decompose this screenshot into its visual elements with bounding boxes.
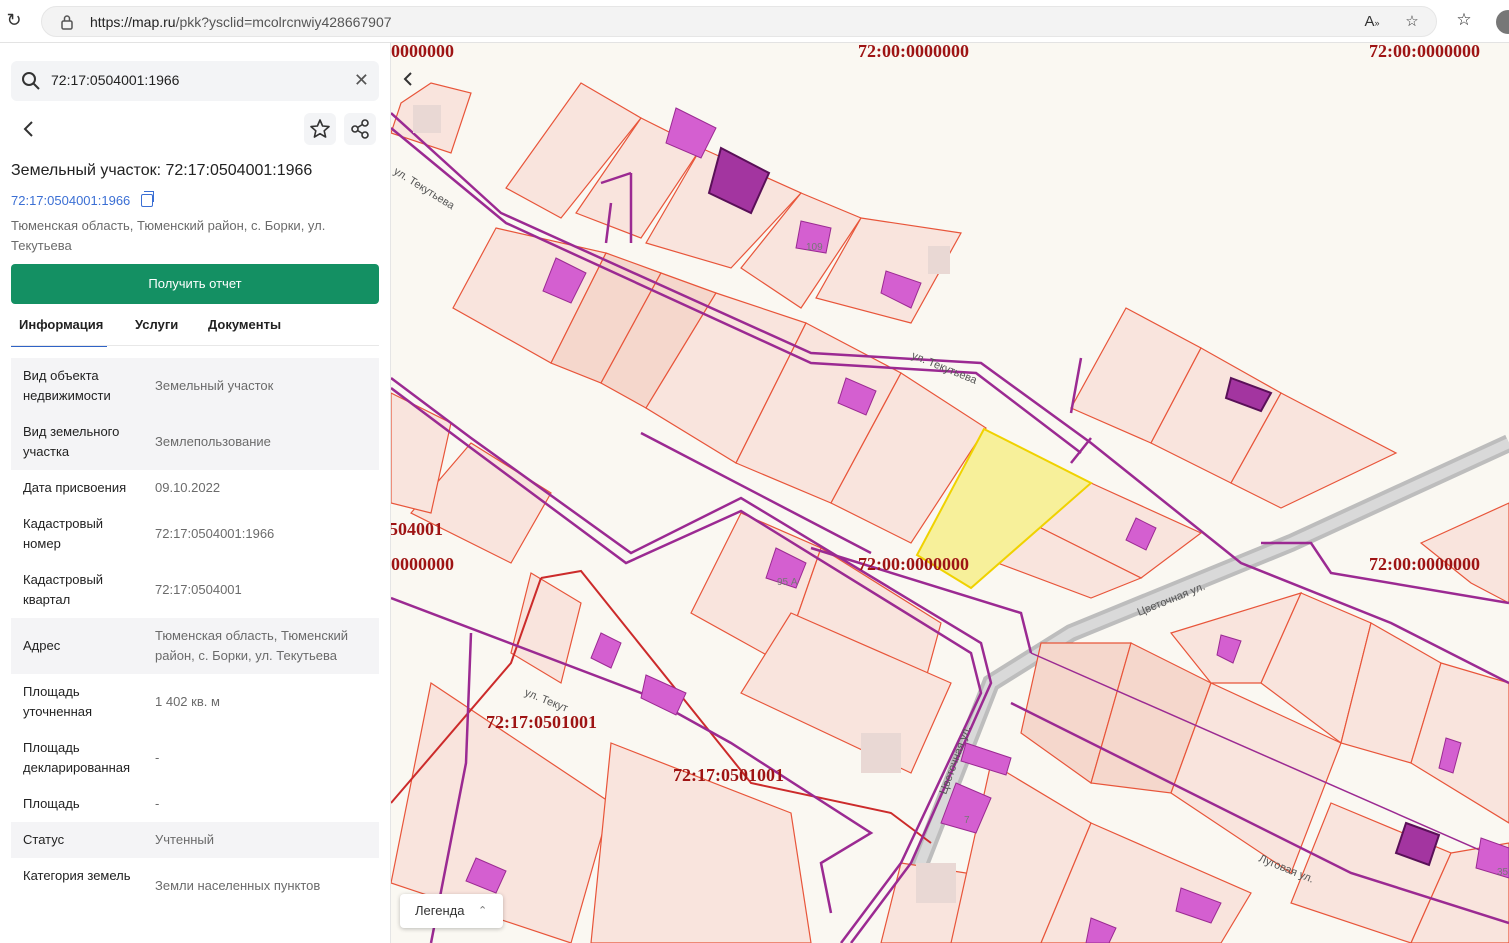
chevron-up-icon: ⌃ (478, 905, 488, 917)
table-row: Адрес Тюменская область, Тюменский район… (11, 618, 379, 674)
building (960, 742, 1012, 776)
cadastral-map[interactable]: :0000000 72:00:0000000 72:00:0000000 504… (391, 43, 1509, 943)
house-number: 95 А (777, 577, 798, 588)
info-sidebar: 72:17:0504001:1966 ✕ Земельный участок: … (0, 43, 391, 943)
row-key: Площадь декларированная (23, 740, 131, 775)
parcel-address: Тюменская область, Тюменский район, с. Б… (11, 218, 326, 253)
search-input[interactable]: 72:17:0504001:1966 (51, 72, 179, 88)
back-button[interactable] (13, 113, 45, 145)
map-back-button[interactable] (396, 67, 420, 91)
row-value: 09.10.2022 (155, 480, 221, 495)
row-value: Тюменская область, Тюменский район, с. Б… (155, 628, 349, 663)
get-report-button[interactable]: Получить отчет (11, 264, 379, 304)
quarter-label: 72:00:0000000 (1369, 43, 1480, 61)
address-bar[interactable]: https://map.ru/pkk?ysclid=mcolrcnwiy4286… (41, 6, 1437, 37)
quarter-label: :0000000 (391, 43, 454, 61)
row-key: Площадь (23, 796, 80, 811)
table-row: Дата присвоения 09.10.2022 (11, 470, 379, 506)
tab-documents[interactable]: Документы (208, 317, 281, 347)
row-value: 72:17:0504001:1966 (155, 526, 275, 541)
page-title: Земельный участок: 72:17:0504001:1966 (11, 162, 313, 179)
share-button[interactable] (344, 113, 376, 145)
building (861, 733, 901, 773)
share-icon (351, 119, 369, 139)
row-key: Кадастровый номер (23, 516, 104, 551)
quarter-label: 72:17:0501001 (486, 712, 597, 732)
table-row: Площадь - (11, 786, 379, 822)
street-label: ул. Текутьева (910, 350, 979, 387)
chevron-left-icon (403, 72, 412, 86)
row-value: Земельный участок (155, 378, 274, 393)
row-value: - (155, 750, 160, 765)
map-canvas[interactable]: :0000000 72:00:0000000 72:00:0000000 504… (391, 43, 1509, 943)
chevron-left-icon (23, 121, 33, 137)
table-row: Площадь декларированная - (11, 730, 379, 786)
favorites-icon[interactable]: ☆ (1452, 10, 1476, 32)
table-row: Вид объекта недвижимости Земельный участ… (11, 358, 379, 414)
search-box[interactable]: 72:17:0504001:1966 ✕ (11, 61, 379, 101)
building (916, 863, 956, 903)
copy-icon[interactable] (141, 191, 154, 207)
row-key: Вид земельного участка (23, 424, 120, 459)
building (590, 632, 622, 669)
table-row: Площадь уточненная 1 402 кв. м (11, 674, 379, 730)
avatar[interactable] (1496, 10, 1509, 34)
street-label: ул. Текут (523, 687, 570, 715)
star-icon (310, 119, 330, 138)
tab-services[interactable]: Услуги (135, 317, 178, 347)
favorite-star-icon[interactable]: ☆ (1402, 12, 1422, 32)
house-number: 35 (1497, 867, 1509, 878)
house-number: 7 (964, 815, 970, 826)
table-row: Категория земель Земли населенных пункто… (11, 858, 379, 914)
lock-icon (61, 15, 73, 30)
reload-icon[interactable]: ↻ (4, 10, 24, 30)
row-key: Вид объекта недвижимости (23, 368, 111, 403)
row-value: 72:17:0504001 (155, 582, 242, 597)
quarter-label: 72:00:0000000 (858, 554, 969, 574)
row-value: 1 402 кв. м (155, 694, 220, 709)
row-key: Категория земель (23, 868, 131, 883)
street-label: ул. Текутьева (391, 165, 457, 212)
read-aloud-icon[interactable]: A» (1362, 12, 1382, 32)
close-icon[interactable]: ✕ (354, 70, 369, 90)
search-icon (22, 72, 40, 90)
row-key: Кадастровый квартал (23, 572, 104, 607)
house-number: 109 (806, 242, 823, 253)
row-value: Землепользование (155, 434, 271, 449)
info-table: Вид объекта недвижимости Земельный участ… (11, 358, 379, 914)
table-row: Кадастровый квартал 72:17:0504001 (11, 562, 379, 618)
legend-button[interactable]: Легенда ⌃ (400, 894, 503, 928)
building (640, 674, 687, 716)
favorite-button[interactable] (304, 113, 336, 145)
cadastral-link[interactable]: 72:17:0504001:1966 (11, 193, 130, 208)
row-key: Площадь уточненная (23, 684, 93, 719)
table-row: Кадастровый номер 72:17:0504001:1966 (11, 506, 379, 562)
row-value: Земли населенных пунктов (155, 878, 321, 893)
url-text: https://map.ru/pkk?ysclid=mcolrcnwiy4286… (90, 14, 392, 30)
table-row: Статус Учтенный (11, 822, 379, 858)
quarter-label: :0000000 (391, 554, 454, 574)
table-row: Вид земельного участка Землепользование (11, 414, 379, 470)
row-value: - (155, 796, 160, 811)
tabs-divider (11, 345, 379, 346)
quarter-label: 504001 (391, 519, 443, 539)
building (413, 105, 441, 133)
url-host: https://map.ru (90, 14, 176, 30)
parcel[interactable] (1419, 502, 1509, 604)
legend-label: Легенда (415, 903, 465, 918)
url-path: /pkk?ysclid=mcolrcnwiy428667907 (175, 14, 392, 30)
quarter-label: 72:00:0000000 (1369, 554, 1480, 574)
row-value: Учтенный (155, 832, 215, 847)
quarter-label: 72:17:0501001 (673, 765, 784, 785)
row-key: Дата присвоения (23, 480, 127, 495)
building (928, 246, 950, 274)
row-key: Статус (23, 832, 65, 847)
quarter-label: 72:00:0000000 (858, 43, 969, 61)
row-key: Адрес (23, 638, 61, 653)
browser-toolbar: ↻ https://map.ru/pkk?ysclid=mcolrcnwiy42… (0, 0, 1509, 43)
tab-info[interactable]: Информация (11, 317, 107, 347)
